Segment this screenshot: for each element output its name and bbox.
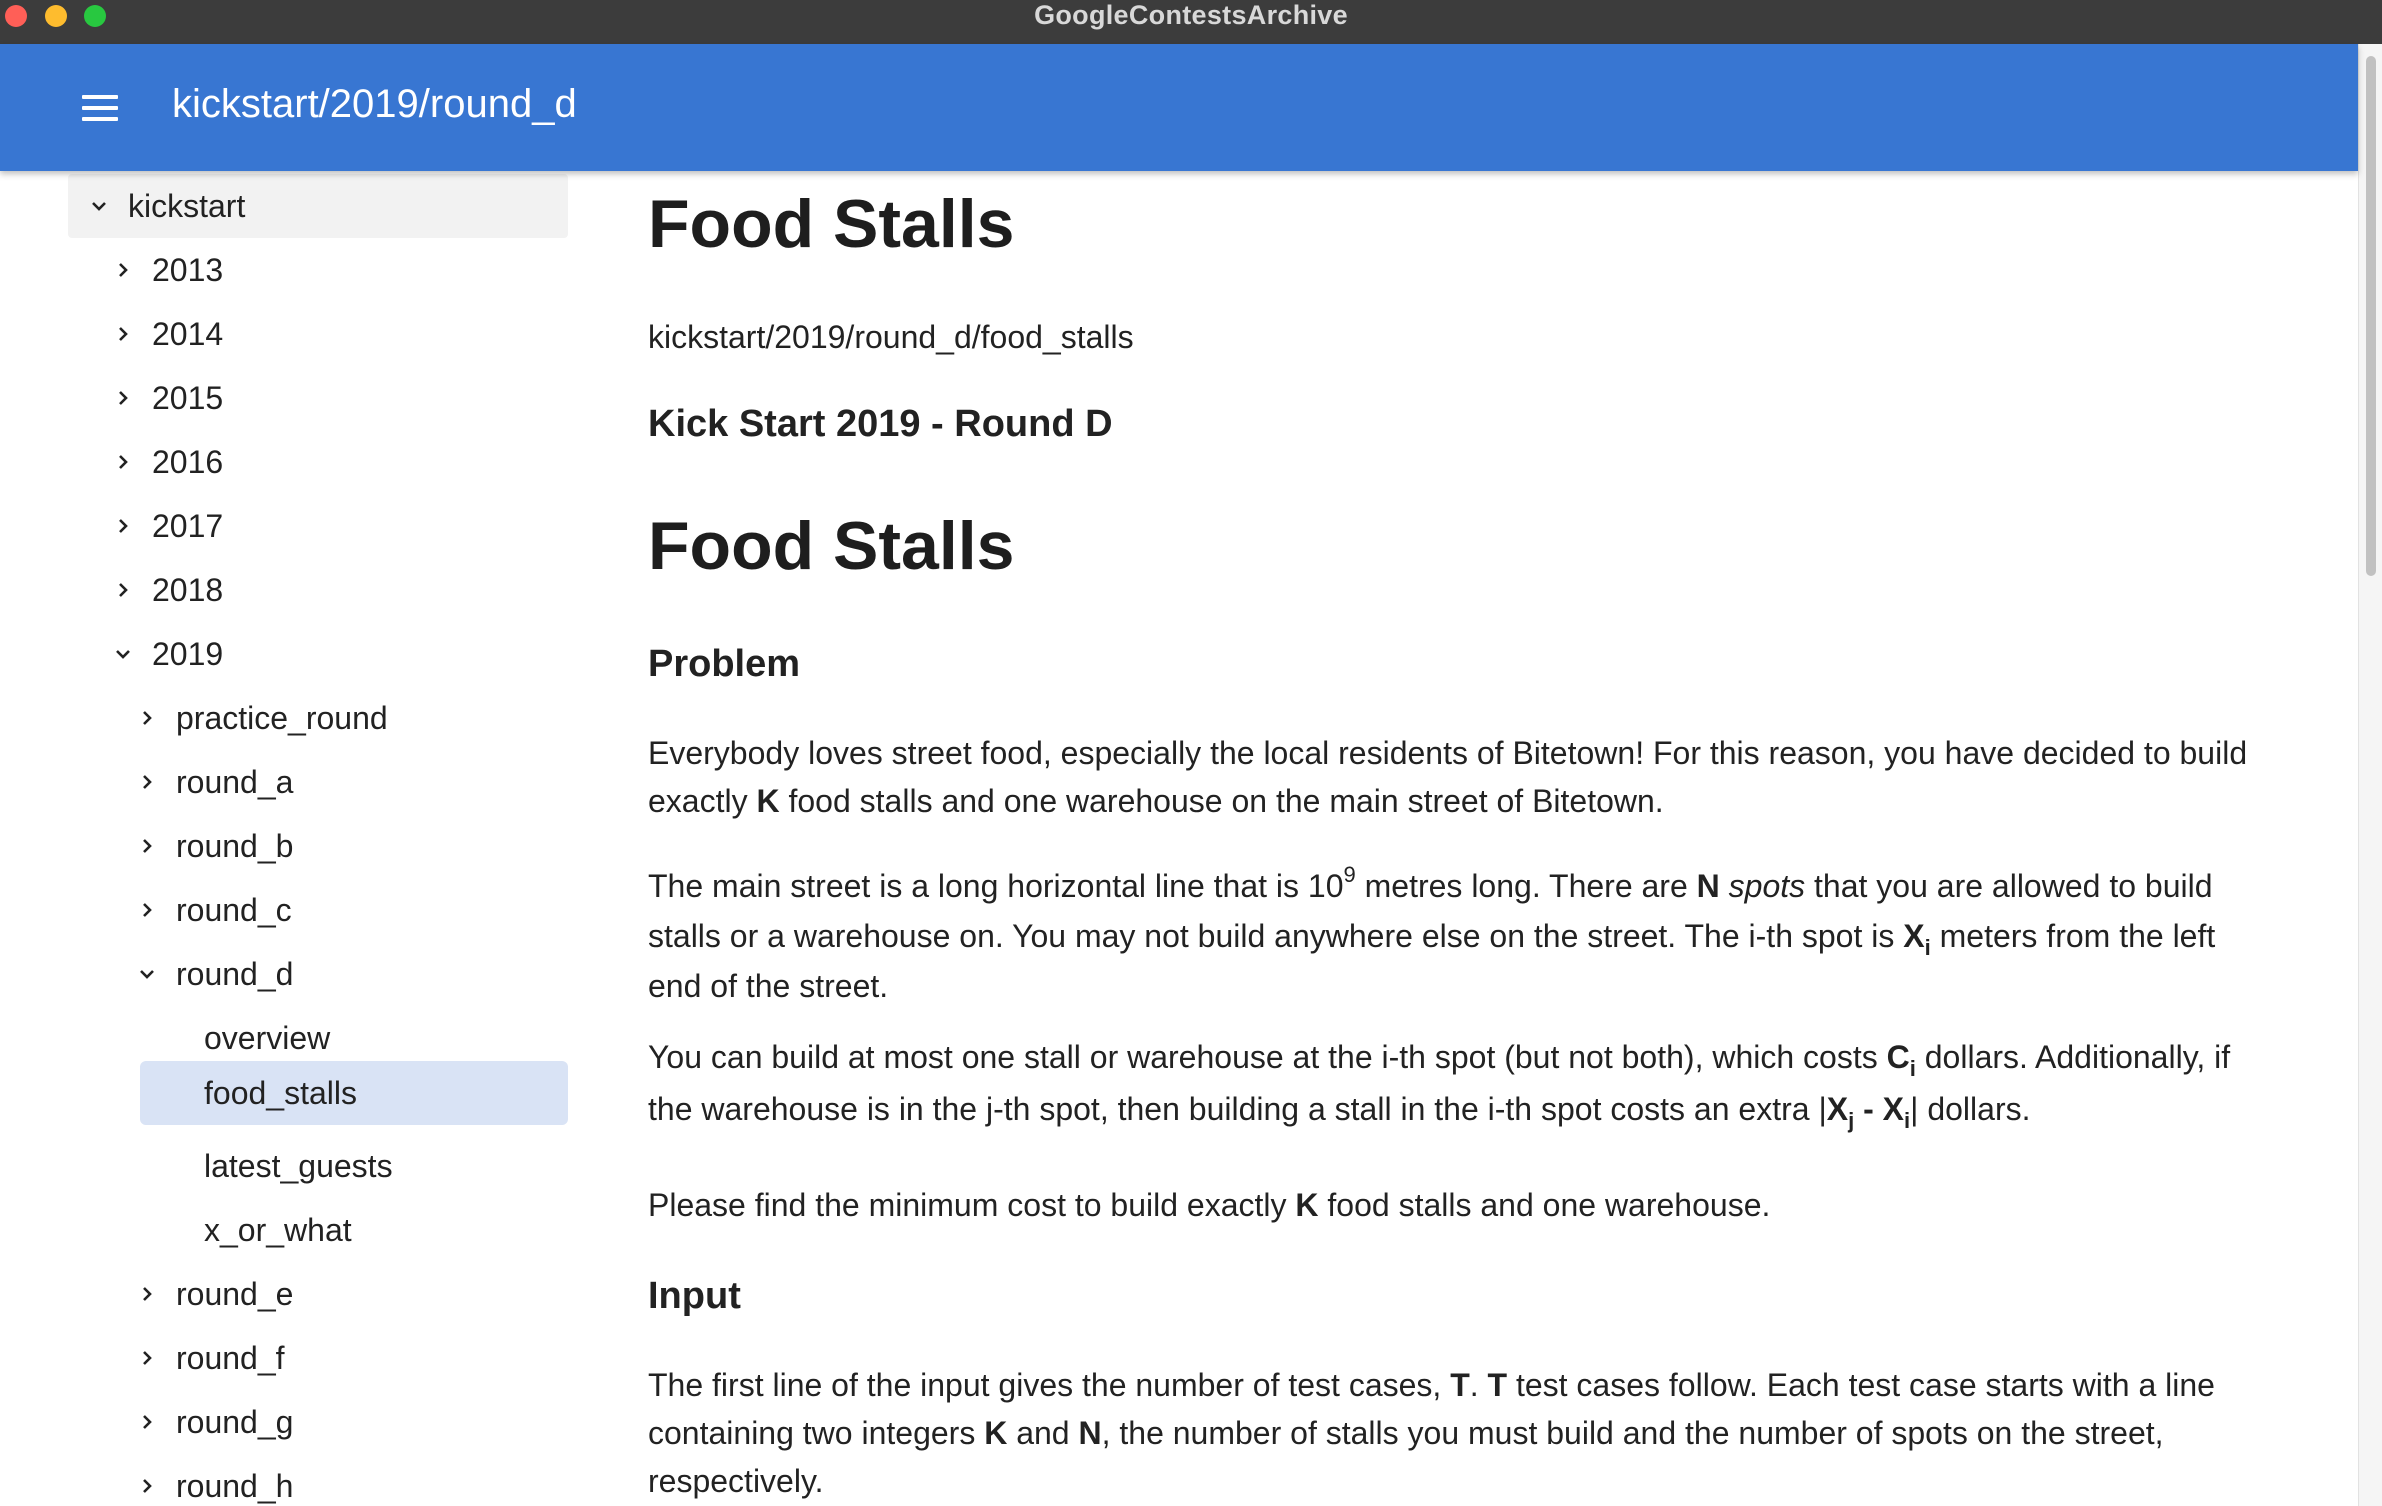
tree-item-label: round_e	[176, 1275, 294, 1312]
chevron-down-icon	[132, 959, 162, 989]
tree-item-label: 2016	[152, 443, 224, 480]
chevron-right-icon	[132, 1279, 162, 1309]
minimize-window-button[interactable]	[45, 5, 67, 27]
tree-item-label: 2013	[152, 251, 224, 288]
sidebar-tree: kickstart 2013 2014 2015 2016 2017 2018 …	[0, 171, 590, 1506]
chevron-down-icon	[108, 639, 138, 669]
problem-paragraph-3: You can build at most one stall or wareh…	[648, 1039, 2231, 1133]
tree-item-kickstart[interactable]: kickstart	[68, 174, 568, 238]
hamburger-menu-icon[interactable]	[72, 88, 128, 128]
tree-item-latest-guests[interactable]: latest_guests	[140, 1134, 568, 1198]
tree-item-round[interactable]: round_b	[132, 814, 293, 878]
tree-item-round-d[interactable]: round_d	[132, 942, 293, 1006]
app-bar-title: kickstart/2019/round_d	[172, 82, 577, 126]
tree-item-year[interactable]: 2017	[108, 494, 223, 558]
input-heading: Input	[648, 1275, 741, 1317]
tree-item-label: round_h	[176, 1467, 294, 1504]
tree-item-year[interactable]: 2015	[108, 366, 223, 430]
tree-item-year[interactable]: 2014	[108, 302, 223, 366]
input-paragraph: The first line of the input gives the nu…	[648, 1367, 2215, 1499]
tree-item-food-stalls[interactable]: food_stalls	[140, 1061, 568, 1125]
problem-paragraph-2: The main street is a long horizontal lin…	[648, 862, 2216, 1005]
tree-item-round[interactable]: round_h	[132, 1454, 293, 1506]
scrollbar-thumb[interactable]	[2366, 56, 2376, 576]
tree-item-label: round_a	[176, 763, 294, 800]
page-title: Food Stalls	[648, 186, 1015, 262]
app-bar: kickstart/2019/round_d	[0, 44, 2358, 171]
tree-item-label: round_f	[176, 1339, 285, 1376]
tree-item-label: overview	[204, 1019, 331, 1056]
tree-item-label: practice_round	[176, 699, 388, 736]
tree-item-year[interactable]: 2016	[108, 430, 223, 494]
tree-item-round[interactable]: round_g	[132, 1390, 293, 1454]
tree-item-year[interactable]: 2013	[108, 238, 223, 302]
tree-item-label: 2017	[152, 507, 224, 544]
chevron-right-icon	[108, 383, 138, 413]
window-titlebar: GoogleContestsArchive	[0, 0, 2382, 44]
tree-item-round[interactable]: round_a	[132, 750, 293, 814]
chevron-right-icon	[108, 319, 138, 349]
chevron-down-icon	[84, 191, 114, 221]
problem-paragraph-4: Please find the minimum cost to build ex…	[648, 1187, 1771, 1223]
tree-item-x-or-what[interactable]: x_or_what	[140, 1198, 568, 1262]
chevron-right-icon	[132, 1407, 162, 1437]
tree-item-label: x_or_what	[204, 1211, 352, 1248]
tree-item-label: 2014	[152, 315, 224, 352]
chevron-right-icon	[108, 575, 138, 605]
chevron-right-icon	[132, 895, 162, 925]
tree-item-label: round_g	[176, 1403, 294, 1440]
chevron-right-icon	[132, 831, 162, 861]
tree-item-round[interactable]: round_e	[132, 1262, 293, 1326]
tree-item-label: 2019	[152, 635, 224, 672]
vertical-scrollbar[interactable]	[2358, 44, 2382, 1506]
chevron-right-icon	[108, 511, 138, 541]
contest-name: Kick Start 2019 - Round D	[648, 403, 1113, 445]
chevron-right-icon	[132, 1343, 162, 1373]
chevron-right-icon	[132, 1471, 162, 1501]
chevron-right-icon	[132, 703, 162, 733]
tree-item-label: round_d	[176, 955, 294, 992]
tree-item-label: round_c	[176, 891, 292, 928]
tree-item-label: round_b	[176, 827, 294, 864]
problem-paragraph-1: Everybody loves street food, especially …	[648, 735, 2248, 819]
tree-item-year[interactable]: 2018	[108, 558, 223, 622]
tree-item-label: food_stalls	[204, 1074, 357, 1111]
problem-heading: Problem	[648, 643, 801, 685]
close-window-button[interactable]	[5, 5, 27, 27]
problem-content: Food Stalls kickstart/2019/round_d/food_…	[648, 171, 2268, 1506]
tree-item-year-2019[interactable]: 2019	[108, 622, 223, 686]
tree-item-label: latest_guests	[204, 1147, 393, 1184]
tree-item-label: 2015	[152, 379, 224, 416]
tree-item-round[interactable]: practice_round	[132, 686, 388, 750]
tree-item-round[interactable]: round_c	[132, 878, 292, 942]
window-title: GoogleContestsArchive	[1034, 0, 1348, 30]
chevron-right-icon	[108, 447, 138, 477]
chevron-right-icon	[108, 255, 138, 285]
problem-path: kickstart/2019/round_d/food_stalls	[648, 319, 1134, 355]
zoom-window-button[interactable]	[84, 5, 106, 27]
chevron-right-icon	[132, 767, 162, 797]
tree-item-label: kickstart	[128, 187, 246, 224]
tree-item-round[interactable]: round_f	[132, 1326, 285, 1390]
problem-title: Food Stalls	[648, 508, 1015, 584]
tree-item-label: 2018	[152, 571, 224, 608]
